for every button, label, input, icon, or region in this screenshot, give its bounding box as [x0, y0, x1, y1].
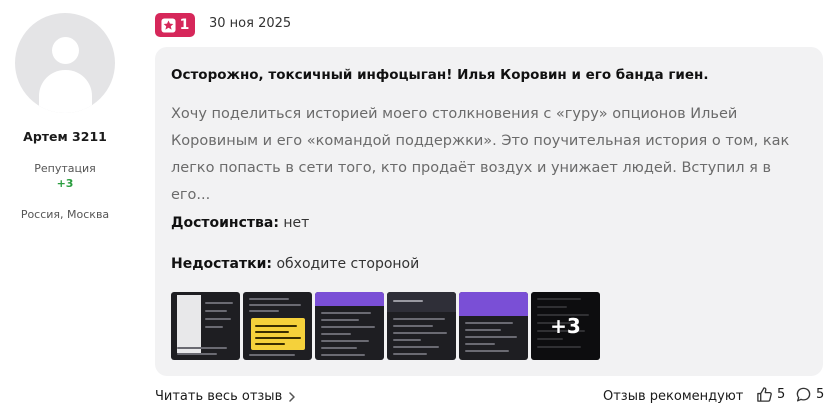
- thumbs-up-icon: [757, 387, 772, 402]
- photo-thumbnail[interactable]: [387, 292, 456, 360]
- star-icon: [161, 17, 176, 33]
- photo-thumbnail[interactable]: [243, 292, 312, 360]
- rating-value: 1: [179, 17, 190, 33]
- review-text[interactable]: Хочу поделиться историей моего столкнове…: [171, 101, 791, 209]
- photo-content: [387, 292, 456, 312]
- chevron-right-icon: [289, 391, 295, 402]
- photo-content: [459, 292, 528, 316]
- recommend-label: Отзыв рекомендуют: [603, 389, 744, 404]
- likes-count: 5: [777, 387, 786, 402]
- photo-thumbnail[interactable]: [171, 292, 240, 360]
- read-full-review-link[interactable]: Читать весь отзыв: [155, 389, 296, 404]
- photo-thumbnail[interactable]: [459, 292, 528, 360]
- pros-label: Достоинства:: [171, 215, 279, 231]
- more-photos-count: +3: [550, 314, 581, 338]
- cons-value: обходите стороной: [276, 256, 420, 272]
- pros-value: нет: [283, 215, 310, 231]
- comments-button[interactable]: 5: [795, 386, 824, 403]
- review-date: 30 ноя 2025: [209, 16, 292, 31]
- like-button[interactable]: 5: [756, 386, 785, 403]
- comments-count: 5: [816, 387, 825, 402]
- photo-content: [251, 318, 305, 350]
- photo-gallery: +3: [171, 292, 600, 360]
- read-more-label: Читать весь отзыв: [155, 389, 283, 404]
- reputation-value: +3: [56, 177, 74, 190]
- cons-label: Недостатки:: [171, 256, 273, 272]
- more-photos-button[interactable]: +3: [531, 292, 600, 360]
- avatar-body: [39, 70, 92, 113]
- photo-content: [315, 292, 384, 306]
- cons: Недостатки: обходите стороной: [171, 256, 419, 272]
- photo-thumbnail[interactable]: [315, 292, 384, 360]
- reputation-label: Репутация: [34, 162, 96, 175]
- comment-icon: [796, 387, 811, 402]
- rating-badge: 1: [155, 13, 195, 37]
- photo-content: [177, 295, 201, 353]
- avatar[interactable]: [15, 13, 115, 113]
- avatar-head: [52, 37, 79, 64]
- user-location: Россия, Москва: [20, 208, 110, 221]
- review-card: Осторожно, токсичный инфоцыган! Илья Кор…: [155, 47, 823, 376]
- pros: Достоинства: нет: [171, 215, 309, 231]
- user-name[interactable]: Артем 3211: [0, 129, 130, 144]
- review-title[interactable]: Осторожно, токсичный инфоцыган! Илья Кор…: [171, 66, 811, 84]
